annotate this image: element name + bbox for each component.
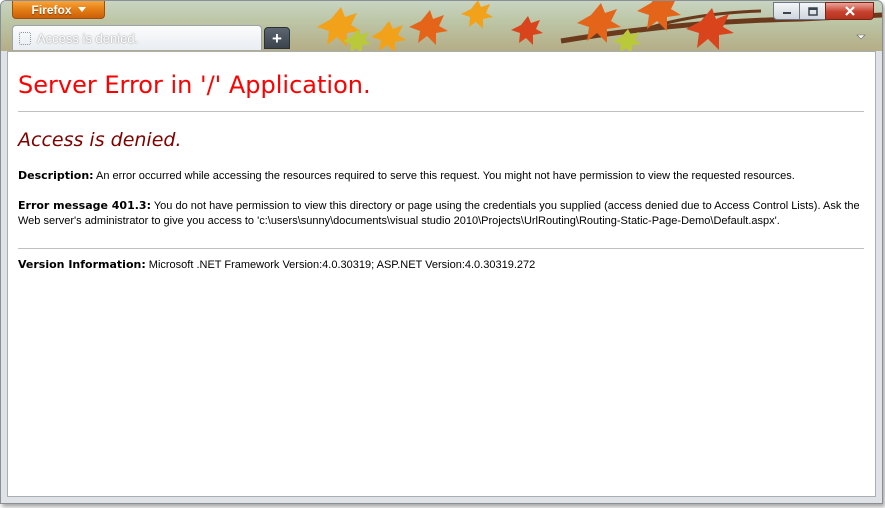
tab-title: Access is denied. (37, 30, 139, 46)
error-message-label: Error message 401.3: (18, 199, 151, 212)
chevron-down-icon (77, 7, 86, 12)
close-icon (844, 6, 855, 16)
error-message-paragraph: Error message 401.3: You do not have per… (18, 198, 864, 229)
page-icon (19, 31, 31, 45)
firefox-menu-button[interactable]: Firefox (12, 1, 105, 19)
maximize-icon (807, 6, 818, 16)
minimize-icon (782, 12, 791, 14)
bottom-frame (7, 497, 876, 503)
title-bar: Firefox Access is denied. + (1, 1, 882, 51)
list-all-tabs-button[interactable] (852, 29, 870, 45)
firefox-menu-label: Firefox (31, 2, 72, 17)
close-button[interactable] (825, 2, 874, 20)
maximize-button[interactable] (799, 2, 826, 20)
browser-window: Firefox Access is denied. + Server Error… (0, 0, 883, 504)
version-label: Version Information: (18, 258, 146, 271)
version-paragraph: Version Information: Microsoft .NET Fram… (18, 257, 864, 273)
description-label: Description: (18, 169, 94, 182)
divider (18, 111, 864, 112)
divider (18, 248, 864, 249)
description-text: An error occurred while accessing the re… (93, 170, 795, 182)
page-title: Server Error in '/' Application. (18, 71, 371, 99)
chevron-down-icon (856, 34, 866, 40)
tab-active[interactable]: Access is denied. (12, 25, 262, 50)
minimize-button[interactable] (773, 2, 800, 20)
error-subtitle: Access is denied. (18, 129, 182, 151)
page-content: Server Error in '/' Application. Access … (7, 51, 876, 497)
description-paragraph: Description: An error occurred while acc… (18, 168, 864, 184)
version-text: Microsoft .NET Framework Version:4.0.303… (145, 259, 536, 271)
new-tab-button[interactable]: + (264, 27, 290, 49)
plus-icon: + (272, 28, 282, 48)
